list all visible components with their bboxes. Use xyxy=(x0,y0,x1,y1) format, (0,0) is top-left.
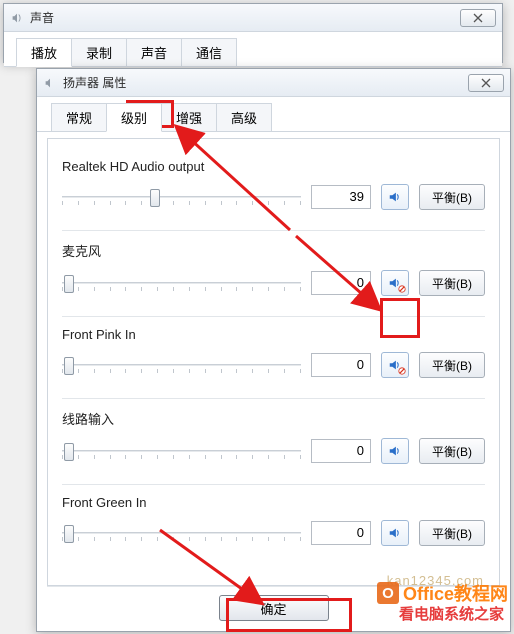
volume-value[interactable]: 0 xyxy=(311,271,371,295)
mute-badge-icon xyxy=(398,367,406,375)
balance-button[interactable]: 平衡(B) xyxy=(419,438,485,464)
speaker-properties-window: 扬声器 属性 常规 级别 增强 高级 Realtek HD Audio outp… xyxy=(36,68,511,632)
mute-badge-icon xyxy=(398,285,406,293)
mute-button[interactable] xyxy=(381,520,409,546)
volume-value[interactable]: 39 xyxy=(311,185,371,209)
balance-button[interactable]: 平衡(B) xyxy=(419,184,485,210)
mute-button[interactable] xyxy=(381,270,409,296)
group-label: 麦克风 xyxy=(62,241,485,260)
volume-slider[interactable] xyxy=(62,355,301,375)
speaker-icon xyxy=(388,190,402,204)
balance-button[interactable]: 平衡(B) xyxy=(419,270,485,296)
group-label: Front Green In xyxy=(62,495,485,510)
group-row: 0 平衡(B) xyxy=(62,270,485,296)
watermark-site: 看电脑系统之家 xyxy=(399,603,504,624)
speaker-titlebar: 扬声器 属性 xyxy=(37,69,510,97)
balance-button[interactable]: 平衡(B) xyxy=(419,520,485,546)
close-icon xyxy=(481,78,491,88)
levels-panel: Realtek HD Audio output39平衡(B)麦克风0平衡(B)F… xyxy=(47,138,500,586)
sound-titlebar: 声音 xyxy=(4,4,502,32)
speaker-icon xyxy=(10,11,24,25)
speaker-icon xyxy=(43,76,57,90)
speaker-tabs: 常规 级别 增强 高级 xyxy=(37,97,510,132)
mute-button[interactable] xyxy=(381,352,409,378)
close-button[interactable] xyxy=(460,9,496,27)
volume-group: 线路输入 0 平衡(B) xyxy=(62,399,485,485)
volume-group: 麦克风 0 平衡(B) xyxy=(62,231,485,317)
volume-slider[interactable] xyxy=(62,273,301,293)
tab-sounds[interactable]: 声音 xyxy=(126,38,182,66)
group-label: Front Pink In xyxy=(62,327,485,342)
speaker-icon xyxy=(388,526,402,540)
group-row: 0 平衡(B) xyxy=(62,438,485,464)
mute-button[interactable] xyxy=(381,184,409,210)
volume-slider[interactable] xyxy=(62,523,301,543)
tab-recording[interactable]: 录制 xyxy=(71,38,127,66)
group-row: 0 平衡(B) xyxy=(62,352,485,378)
sound-tabs: 播放 录制 声音 通信 xyxy=(4,32,502,67)
tab-playback[interactable]: 播放 xyxy=(16,38,72,67)
ok-button[interactable]: 确定 xyxy=(219,595,329,621)
close-icon xyxy=(473,13,483,23)
speaker-title: 扬声器 属性 xyxy=(63,74,126,91)
tab-communications[interactable]: 通信 xyxy=(181,38,237,66)
close-button[interactable] xyxy=(468,74,504,92)
sound-title: 声音 xyxy=(30,9,54,26)
sound-window: 声音 播放 录制 声音 通信 xyxy=(3,3,503,63)
volume-group: Realtek HD Audio output 39 平衡(B) xyxy=(62,149,485,231)
speaker-icon xyxy=(388,444,402,458)
tab-general[interactable]: 常规 xyxy=(51,103,107,131)
tab-advanced[interactable]: 高级 xyxy=(216,103,272,131)
tab-enhancements[interactable]: 增强 xyxy=(161,103,217,131)
volume-value[interactable]: 0 xyxy=(311,353,371,377)
volume-value[interactable]: 0 xyxy=(311,439,371,463)
balance-button[interactable]: 平衡(B) xyxy=(419,352,485,378)
volume-slider[interactable] xyxy=(62,441,301,461)
group-label: Realtek HD Audio output xyxy=(62,159,485,174)
tab-levels[interactable]: 级别 xyxy=(106,103,162,132)
volume-group: Front Pink In 0 平衡(B) xyxy=(62,317,485,399)
group-row: 0 平衡(B) xyxy=(62,520,485,546)
volume-slider[interactable] xyxy=(62,187,301,207)
group-row: 39 平衡(B) xyxy=(62,184,485,210)
volume-group: Front Green In 0 平衡(B) xyxy=(62,485,485,566)
group-label: 线路输入 xyxy=(62,409,485,428)
volume-value[interactable]: 0 xyxy=(311,521,371,545)
mute-button[interactable] xyxy=(381,438,409,464)
